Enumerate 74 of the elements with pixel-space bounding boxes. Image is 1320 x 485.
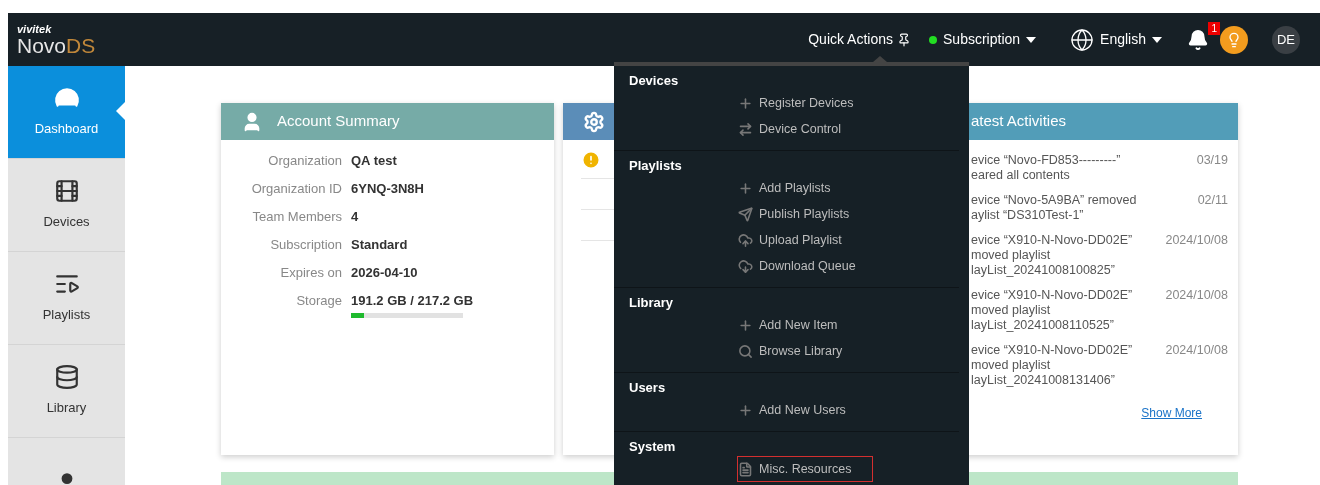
field-value: 191.2 GB / 217.2 GB <box>351 292 474 310</box>
tips-button[interactable] <box>1220 25 1248 54</box>
globe-icon <box>1070 27 1095 52</box>
card-title: atest Activities <box>971 111 1067 132</box>
film-reel-icon <box>53 178 80 205</box>
field-label: Storage <box>295 292 343 310</box>
menu-section-title: Library <box>628 294 675 312</box>
user-avatar[interactable]: DE <box>1272 25 1300 54</box>
plus-icon <box>738 95 753 111</box>
field-value: QA test <box>351 152 397 170</box>
field-value: 4 <box>351 208 359 226</box>
sidebar-item[interactable]: Dashboard <box>8 66 125 158</box>
pin-icon <box>897 32 912 47</box>
activity-date: 2024/10/08 <box>1165 233 1228 249</box>
activity-date: 03/19 <box>1196 153 1228 169</box>
activity-text: evice “X910-N-Novo-DD02E” moved playlist layList_20241008100825” <box>971 233 1134 278</box>
bell-icon <box>1187 28 1209 51</box>
field-value: 2026-04-10 <box>351 264 418 282</box>
logo-text: NovoDS <box>17 34 97 56</box>
cloud-download-icon <box>738 258 753 274</box>
activity-text: evice “X910-N-Novo-DD02E” moved playlist layList_20241008110525” <box>971 288 1134 333</box>
activity-text: evice “Novo-FD853---------” eared all contents <box>971 153 1122 183</box>
caret-icon <box>1152 36 1162 43</box>
database-icon <box>53 364 80 391</box>
warning-icon <box>581 150 601 170</box>
menu-item[interactable]: Misc. Resources <box>737 456 873 482</box>
send-icon <box>738 206 753 222</box>
logo[interactable]: vivitek NovoDS <box>8 23 125 56</box>
field-label: Expires on <box>279 264 343 282</box>
activity-text: evice “X910-N-Novo-DD02E” moved playlist layList_20241008131406” <box>971 343 1134 388</box>
language-button[interactable]: English <box>1070 27 1162 52</box>
lightbulb-icon <box>1226 31 1242 48</box>
search-icon <box>738 343 753 359</box>
menu-item[interactable]: Device Control <box>737 116 873 142</box>
plus-icon <box>738 317 753 333</box>
notification-count: 1 <box>1208 21 1220 35</box>
sidebar-item[interactable]: Library <box>8 345 125 437</box>
document-icon <box>738 461 753 477</box>
card-title: Account Summary <box>277 111 400 132</box>
subscription-button[interactable]: Subscription <box>929 29 1037 50</box>
menu-section-title: Playlists <box>628 157 683 175</box>
sidebar-item[interactable]: Playlists <box>8 252 125 344</box>
menu-item[interactable]: Add New Users <box>737 397 873 423</box>
show-more-link[interactable]: Show More <box>1141 404 1202 422</box>
menu-item[interactable]: Publish Playlists <box>737 201 873 227</box>
menu-section-title: Devices <box>628 72 680 90</box>
logo-brand: vivitek <box>17 23 53 35</box>
field-label: Subscription <box>269 236 343 254</box>
gear-icon <box>583 110 605 133</box>
menu-item[interactable]: Browse Library <box>737 338 873 364</box>
activity-date: 02/11 <box>1197 193 1228 209</box>
activity-date: 2024/10/08 <box>1165 288 1228 304</box>
quick-actions-button[interactable]: Quick Actions <box>808 29 912 50</box>
menu-item[interactable]: Upload Playlist <box>737 227 873 253</box>
cloud-upload-icon <box>738 232 753 248</box>
plus-icon <box>738 402 753 418</box>
field-label: Organization <box>267 152 343 170</box>
sidebar-item[interactable]: Devices <box>8 159 125 251</box>
menu-item[interactable]: Add Playlists <box>737 175 873 201</box>
menu-item[interactable]: Download Queue <box>737 253 873 279</box>
field-value: 6YNQ-3N8H <box>351 180 424 198</box>
menu-item[interactable]: Register Devices <box>737 90 873 116</box>
field-value: Standard <box>351 236 408 254</box>
arrows-icon <box>738 121 753 137</box>
plus-icon <box>738 180 753 196</box>
caret-icon <box>1026 36 1037 43</box>
field-label: Team Members <box>251 208 343 226</box>
activity-text: evice “Novo-5A9BA” removed aylist “DS310Test-1” <box>971 193 1138 223</box>
menu-item[interactable]: Add New Item <box>737 312 873 338</box>
menu-section-title: System <box>628 438 677 456</box>
menu-section-title: Users <box>628 379 667 397</box>
selection-pointer <box>116 102 125 120</box>
activity-date: 2024/10/08 <box>1165 343 1228 359</box>
field-label: Organization ID <box>250 180 343 198</box>
